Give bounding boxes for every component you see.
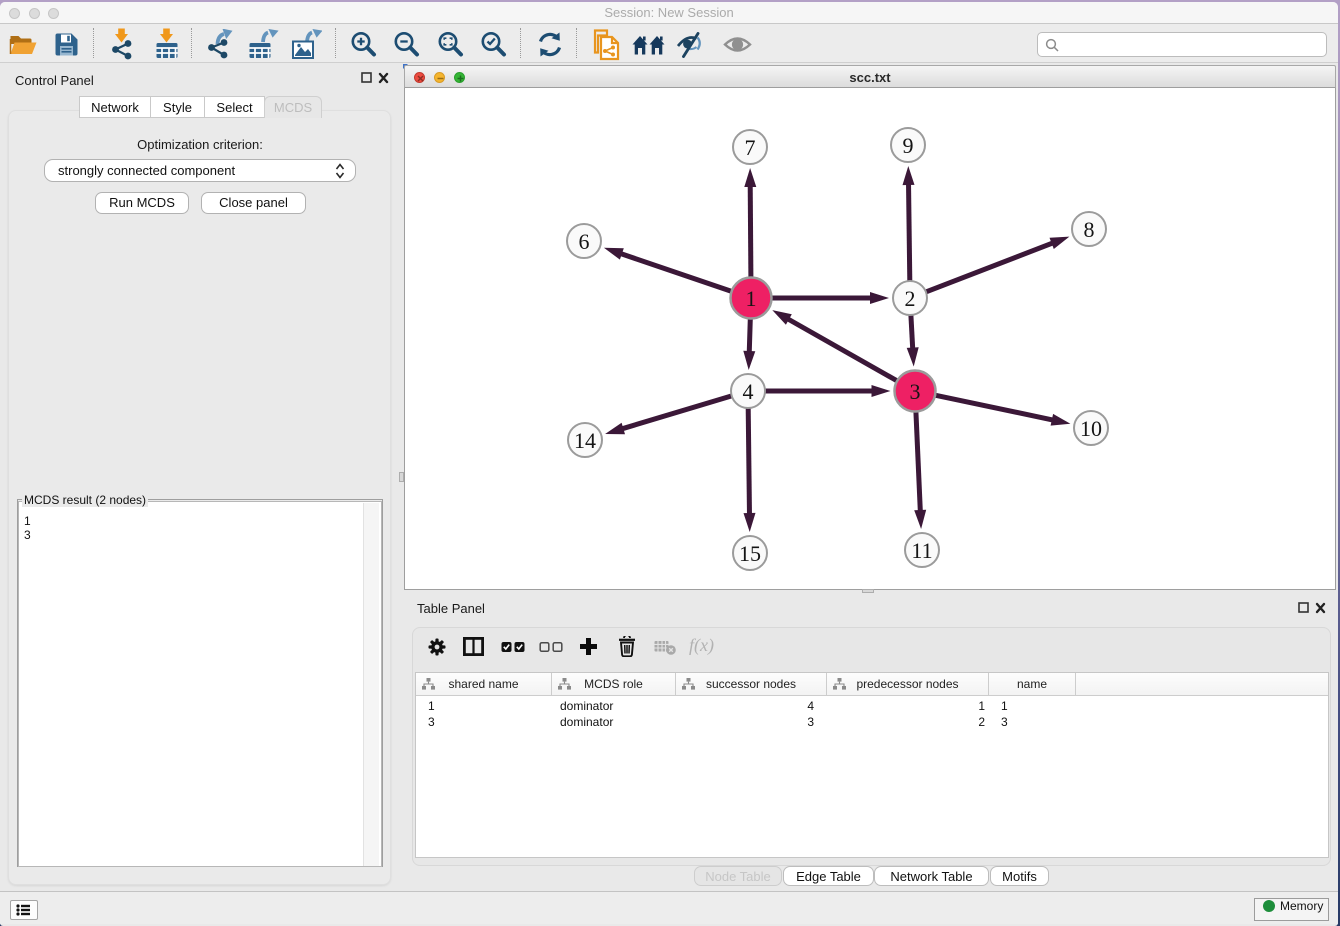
svg-text:1: 1: [746, 286, 757, 311]
svg-text:4: 4: [743, 379, 754, 404]
svg-text:2: 2: [905, 286, 916, 311]
svg-text:3: 3: [910, 379, 921, 404]
svg-text:7: 7: [745, 135, 756, 160]
svg-text:6: 6: [579, 229, 590, 254]
svg-text:14: 14: [574, 428, 596, 453]
svg-text:9: 9: [903, 133, 914, 158]
svg-text:11: 11: [911, 538, 932, 563]
svg-text:8: 8: [1084, 217, 1095, 242]
svg-text:15: 15: [739, 541, 761, 566]
svg-text:10: 10: [1080, 416, 1102, 441]
